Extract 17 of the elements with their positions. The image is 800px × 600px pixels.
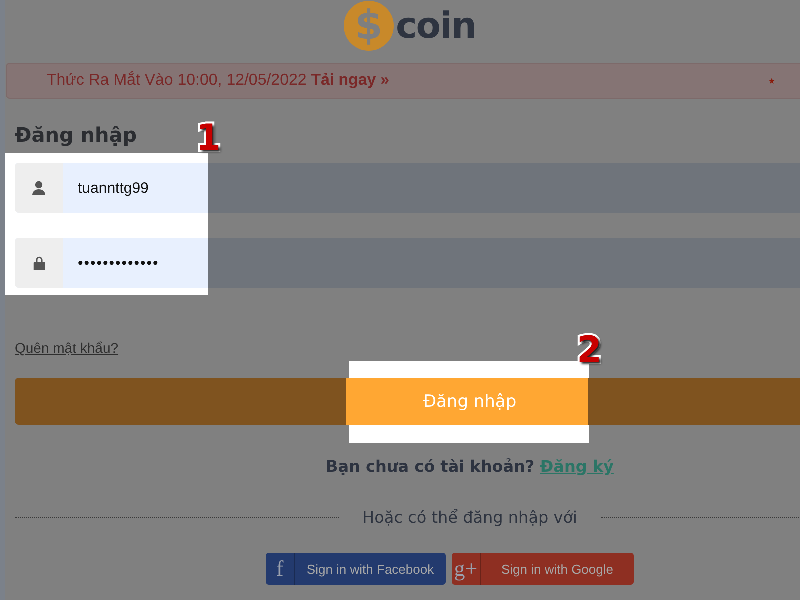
user-icon [31, 180, 47, 196]
star-icon [769, 78, 776, 84]
lock-icon [32, 255, 46, 271]
divider-text: Hoặc có thể đăng nhập với [362, 508, 578, 527]
logo-coin-icon: $ [344, 1, 394, 51]
signup-prompt: Bạn chưa có tài khoản? Đăng ký [325, 457, 615, 476]
login-button[interactable]: Đăng nhập [15, 378, 800, 425]
login-title: Đăng nhập [15, 122, 138, 149]
social-login-button[interactable]: f Sign in with Facebook [266, 553, 446, 585]
step-number: 2 [577, 333, 602, 369]
social-login-button[interactable]: g+ Sign in with Google [452, 553, 634, 585]
banner-text[interactable]: Thức Ra Mắt Vào 10:00, 12/05/2022 Tải ngay » [47, 72, 390, 90]
forgot-password-link[interactable]: Quên mật khẩu? [15, 340, 119, 356]
password-field[interactable]: ••••••••••••• [15, 238, 800, 288]
step-number: 1 [196, 121, 222, 157]
username-field[interactable]: tuannttg99 [15, 163, 800, 213]
logo-text: coin [396, 6, 476, 46]
